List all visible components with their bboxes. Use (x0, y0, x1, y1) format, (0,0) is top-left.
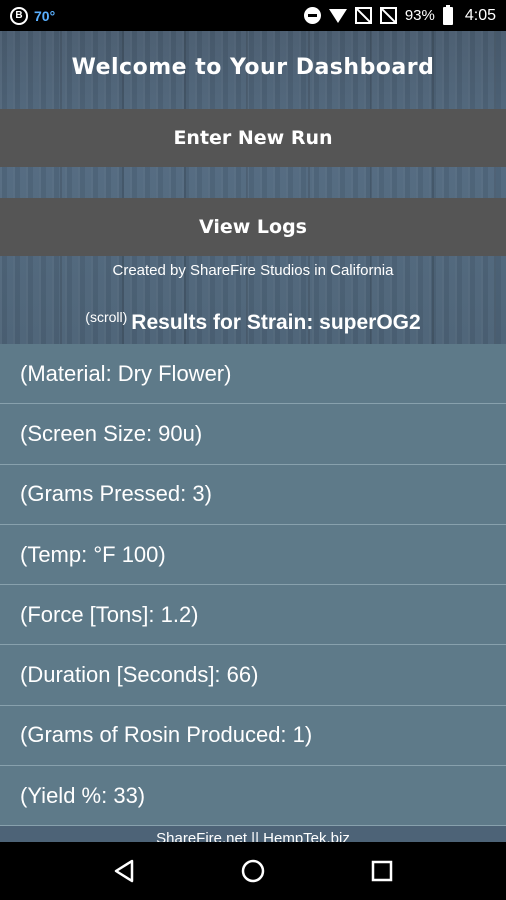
battery-icon (442, 4, 453, 25)
no-signal-icon (354, 7, 372, 24)
clock: 4:05 (464, 6, 496, 24)
b-badge-icon: B (10, 6, 28, 25)
battery-percent: 93% (404, 7, 435, 24)
dashboard-header: Welcome to Your Dashboard Enter New Run … (0, 31, 506, 344)
system-nav-bar (0, 842, 506, 900)
wifi-icon (328, 8, 347, 23)
do-not-disturb-icon (303, 7, 321, 24)
status-left: B 70° (10, 6, 56, 25)
result-grams-pressed: (Grams Pressed: 3) (0, 465, 506, 525)
recent-apps-icon[interactable] (371, 860, 393, 882)
result-temp: (Temp: °F 100) (0, 525, 506, 586)
credit-text: Created by ShareFire Studios in Californ… (112, 262, 394, 279)
result-material: (Material: Dry Flower) (0, 344, 506, 405)
status-bar: B 70° 93% 4:05 (0, 0, 506, 31)
home-icon[interactable] (240, 858, 266, 884)
scroll-hint: (scroll) (85, 309, 128, 325)
results-heading-label: Results for Strain: superOG2 (131, 311, 421, 334)
page-title: Welcome to Your Dashboard (71, 55, 435, 80)
footer-text: ShareFire.net || HempTek.biz (156, 830, 350, 842)
footer: ShareFire.net || HempTek.biz (0, 826, 506, 842)
result-grams-rosin: (Grams of Rosin Produced: 1) (0, 706, 506, 767)
status-right: 93% 4:05 (303, 4, 496, 25)
enter-new-run-button[interactable]: Enter New Run (0, 109, 506, 167)
results-list[interactable]: (Material: Dry Flower) (Screen Size: 90u… (0, 344, 506, 826)
temperature-readout: 70° (34, 7, 56, 24)
no-signal-icon-2 (379, 7, 397, 24)
result-duration: (Duration [Seconds]: 66) (0, 645, 506, 706)
back-icon[interactable] (113, 859, 135, 883)
result-screen-size: (Screen Size: 90u) (0, 404, 506, 465)
results-heading: (scroll) Results for Strain: superOG2 (0, 309, 506, 335)
view-logs-button[interactable]: View Logs (0, 198, 506, 256)
result-force: (Force [Tons]: 1.2) (0, 585, 506, 646)
result-yield: (Yield %: 33) (0, 766, 506, 826)
